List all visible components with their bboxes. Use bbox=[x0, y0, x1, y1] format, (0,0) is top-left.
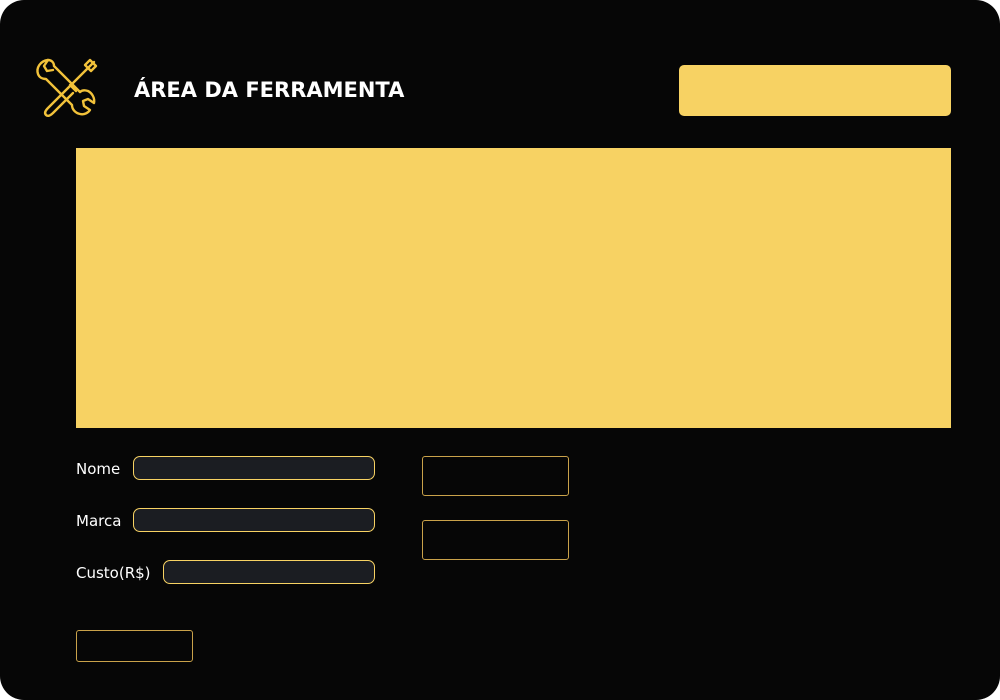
marca-input[interactable] bbox=[133, 508, 375, 532]
display-panel bbox=[76, 148, 951, 428]
marca-label: Marca bbox=[76, 512, 122, 530]
custo-input[interactable] bbox=[163, 560, 375, 584]
custo-label: Custo(R$) bbox=[76, 564, 151, 582]
page-title: ÁREA DA FERRAMENTA bbox=[134, 78, 405, 102]
nome-input[interactable] bbox=[133, 456, 375, 480]
app-window: ÁREA DA FERRAMENTA Nome Marca Custo(R$) bbox=[0, 0, 1000, 700]
bottom-button[interactable] bbox=[76, 630, 193, 662]
nome-label: Nome bbox=[76, 460, 121, 478]
tools-icon bbox=[34, 58, 98, 118]
side-top-button[interactable] bbox=[422, 456, 569, 496]
side-bottom-button[interactable] bbox=[422, 520, 569, 560]
header-action-button[interactable] bbox=[679, 65, 951, 116]
